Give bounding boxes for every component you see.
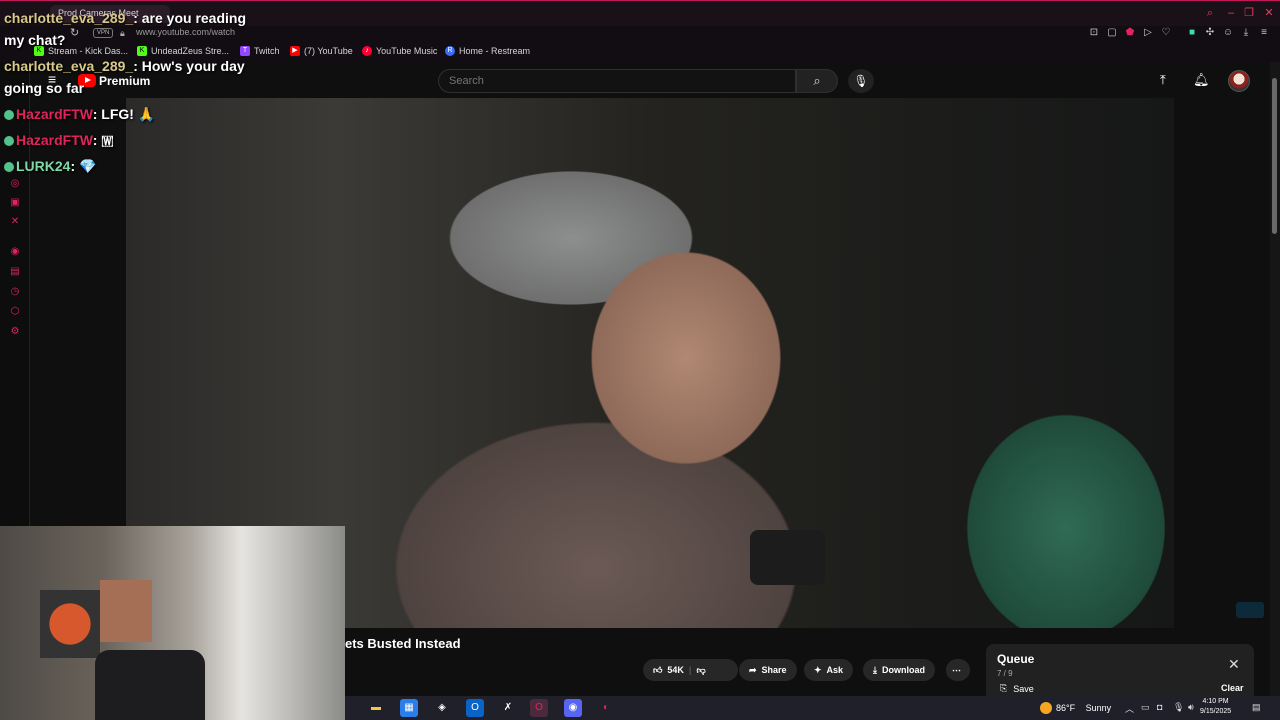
lock-icon[interactable]: 🔒︎ bbox=[120, 28, 125, 39]
notification-icon[interactable]: ▤ bbox=[1252, 702, 1261, 713]
vpn-badge[interactable]: VPN bbox=[93, 28, 114, 38]
restore-icon[interactable]: ❐ bbox=[1242, 6, 1256, 20]
discord-icon[interactable]: ◉ bbox=[564, 699, 582, 717]
verified-badge-icon bbox=[4, 136, 14, 147]
sun-icon bbox=[1040, 702, 1052, 714]
search-icon: ⌕ bbox=[813, 73, 821, 88]
verified-badge-icon bbox=[4, 162, 14, 173]
scrollbar-thumb[interactable] bbox=[1272, 78, 1277, 234]
bookmark-item[interactable]: ♪ YouTube Music bbox=[362, 46, 437, 56]
verified-badge-icon bbox=[4, 110, 14, 121]
system-clock[interactable]: 4:10 PM 9/15/2025 bbox=[1200, 697, 1231, 717]
premium-label[interactable]: Premium bbox=[99, 74, 150, 88]
file-explorer-icon[interactable]: ▬ bbox=[367, 699, 385, 717]
queue-title: Queue bbox=[997, 652, 1035, 666]
share-icon: ➦ bbox=[749, 664, 757, 675]
wall-poster bbox=[100, 580, 152, 642]
search-input[interactable] bbox=[438, 69, 796, 93]
bookmark-save-icon: ⎘ bbox=[1000, 683, 1008, 693]
camera-icon[interactable]: ▤ bbox=[9, 266, 21, 278]
music-icon[interactable]: ◉ bbox=[9, 246, 21, 258]
ask-button[interactable]: ✦ Ask bbox=[804, 659, 854, 681]
thumbs-up-icon[interactable]: 👍︎ bbox=[653, 665, 662, 676]
chat-line: going so far bbox=[4, 80, 85, 96]
more-actions-button[interactable]: ⋯ bbox=[946, 659, 970, 681]
mic-icon: 🎙︎ bbox=[853, 74, 869, 88]
queue-count: 7 / 9 bbox=[997, 669, 1013, 678]
snapshot-icon[interactable]: ▢ bbox=[1106, 27, 1118, 39]
avatar[interactable] bbox=[1228, 70, 1250, 92]
more-icon: ⋯ bbox=[952, 664, 961, 675]
youtube-music-icon: ♪ bbox=[362, 46, 372, 56]
upload-icon[interactable]: ⤒ bbox=[1160, 72, 1166, 88]
channel-watermark[interactable] bbox=[1236, 602, 1264, 618]
kick-icon: K bbox=[137, 46, 147, 56]
youtube-icon: ▶ bbox=[290, 46, 300, 56]
chat-line: charlotte_eva_289_: are you reading bbox=[4, 10, 247, 26]
chat-line: HazardFTW: 🇼 bbox=[4, 132, 114, 149]
chat-line: LURK24: 💎 bbox=[4, 158, 96, 175]
bookmark-item[interactable]: R Home - Restream bbox=[445, 46, 530, 56]
volume-icon[interactable]: 🔊︎ bbox=[1188, 702, 1194, 713]
share-button[interactable]: ➦ Share bbox=[739, 659, 797, 681]
wall-poster bbox=[40, 590, 100, 658]
thumbs-down-icon[interactable]: 👎︎ bbox=[696, 665, 705, 676]
play-icon[interactable]: ▷ bbox=[1142, 27, 1154, 39]
history-icon[interactable]: ◷ bbox=[9, 286, 21, 298]
queue-clear-button[interactable]: Clear bbox=[1221, 683, 1244, 693]
opera-gx-icon[interactable]: O bbox=[530, 699, 548, 717]
bookmark-item[interactable]: ▶ (7) YouTube bbox=[290, 46, 353, 56]
download-icon: ⤓ bbox=[873, 664, 877, 675]
x-icon[interactable]: ✕ bbox=[9, 216, 21, 228]
bookmark-icon[interactable]: ⊡ bbox=[1088, 27, 1100, 39]
recording-app-icon[interactable]: ◐ bbox=[597, 699, 615, 717]
taskbar bbox=[345, 696, 1280, 720]
capcut-icon[interactable]: ✗ bbox=[499, 699, 517, 717]
camera-icon[interactable]: ◘ bbox=[1157, 702, 1162, 712]
video-title: ets Busted Instead bbox=[345, 636, 461, 651]
heart-icon[interactable]: ♡ bbox=[1160, 27, 1172, 39]
search-tabs-icon[interactable]: ⌕ bbox=[1203, 6, 1217, 20]
chat-line: charlotte_eva_289_: How's your day bbox=[4, 58, 245, 74]
bell-icon[interactable]: 🔔︎ bbox=[1193, 72, 1210, 88]
like-dislike-group[interactable]: 👍︎ 54K | 👎︎ bbox=[643, 659, 738, 681]
monitor-icon[interactable]: ▭ bbox=[1141, 702, 1150, 713]
extension-icon[interactable]: ■ bbox=[1186, 27, 1198, 39]
weather-widget[interactable]: 86°F Sunny bbox=[1040, 702, 1111, 714]
url-field[interactable]: www.youtube.com/watch bbox=[136, 27, 235, 37]
restream-icon: R bbox=[445, 46, 455, 56]
search-button[interactable]: ⌕ bbox=[796, 69, 838, 93]
minimize-icon[interactable]: – bbox=[1224, 6, 1238, 20]
chatgpt-icon[interactable]: ◈ bbox=[433, 699, 451, 717]
sparkle-icon: ✦ bbox=[814, 664, 822, 675]
bookmark-item[interactable]: K UndeadZeus Stre... bbox=[137, 46, 229, 56]
cube-icon[interactable]: ⬡ bbox=[9, 306, 21, 318]
queue-save-button[interactable]: ⎘ Save bbox=[1000, 683, 1034, 694]
chat-line: my chat? bbox=[4, 32, 66, 48]
menu-icon[interactable]: ≡ bbox=[1258, 27, 1270, 39]
twitch-icon: T bbox=[240, 46, 250, 56]
mic-icon[interactable]: 🎙︎ bbox=[1173, 702, 1184, 713]
chevron-up-icon[interactable]: ︿ bbox=[1125, 702, 1134, 715]
shield-icon[interactable]: ⬟ bbox=[1124, 27, 1136, 39]
settings-icon[interactable]: ⚙ bbox=[9, 326, 21, 338]
close-window-icon[interactable]: ✕ bbox=[1262, 6, 1276, 20]
close-icon[interactable]: ✕ bbox=[1228, 656, 1240, 673]
download-button[interactable]: ⤓ Download bbox=[863, 659, 935, 681]
puzzle-icon[interactable]: ✣ bbox=[1204, 27, 1216, 39]
twitch-icon[interactable]: ▣ bbox=[9, 197, 21, 209]
mic-clip-image bbox=[750, 530, 825, 585]
instagram-icon[interactable]: ◎ bbox=[9, 178, 21, 190]
gaming-chair bbox=[95, 650, 205, 720]
profile-icon[interactable]: ☺ bbox=[1222, 27, 1234, 39]
download-icon[interactable]: ⤓ bbox=[1240, 27, 1252, 39]
store-icon[interactable]: ▦ bbox=[400, 699, 418, 717]
bookmark-item[interactable]: T Twitch bbox=[240, 46, 280, 56]
reload-icon[interactable]: ↻ bbox=[70, 26, 79, 39]
voice-search-button[interactable]: 🎙︎ bbox=[848, 69, 874, 93]
like-count: 54K bbox=[667, 665, 684, 675]
chat-line: HazardFTW: LFG! 🙏 bbox=[4, 106, 155, 123]
outlook-icon[interactable]: O bbox=[466, 699, 484, 717]
